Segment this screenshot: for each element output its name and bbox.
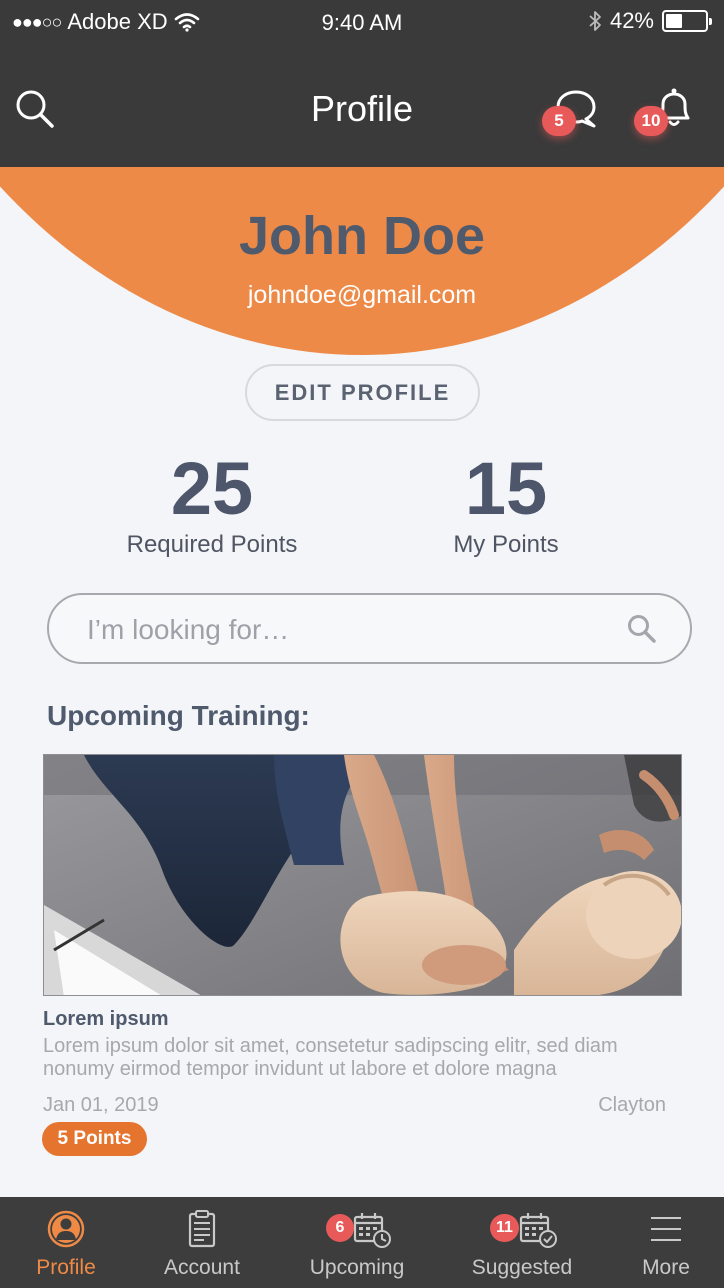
my-points-stat: 15 My Points: [386, 446, 626, 559]
bluetooth-icon: [589, 11, 601, 31]
tab-upcoming[interactable]: 6 Upcoming: [290, 1197, 424, 1288]
my-points-value: 15: [464, 447, 548, 530]
points-badge: 5 Points: [42, 1122, 147, 1156]
battery-percent: 42%: [609, 8, 654, 33]
search-icon[interactable]: [626, 613, 658, 645]
status-bar: ●●●○○ Adobe XD 9:40 AM 42%: [0, 0, 724, 44]
cpr-training-photo: [44, 755, 681, 995]
tab-more[interactable]: More: [608, 1197, 724, 1288]
user-name: John Doe: [238, 206, 485, 266]
tab-account-label: Account: [164, 1256, 240, 1279]
battery-icon: [662, 10, 712, 32]
calendar-check-icon: [519, 1213, 557, 1248]
profile-header: [0, 167, 724, 367]
notifications-badge: 10: [634, 106, 668, 136]
training-description: Lorem ipsum dolor sit amet, consetetur s…: [43, 1035, 618, 1080]
page-title: Profile: [310, 88, 414, 129]
required-points-stat: 25 Required Points: [92, 446, 332, 559]
notifications-button[interactable]: 10: [634, 86, 692, 136]
calendar-clock-icon: [353, 1213, 391, 1248]
tab-profile[interactable]: Profile: [0, 1197, 132, 1288]
edit-profile-button[interactable]: EDIT PROFILE: [245, 364, 480, 421]
my-points-label: My Points: [453, 531, 559, 558]
tab-profile-label: Profile: [36, 1256, 96, 1279]
search-placeholder: I’m looking for…: [87, 614, 290, 645]
tab-upcoming-badge: 6: [326, 1214, 354, 1242]
training-image[interactable]: [43, 754, 682, 996]
required-points-label: Required Points: [126, 531, 298, 558]
required-points-value: 25: [170, 447, 254, 530]
profile-icon: [47, 1210, 85, 1248]
training-date: Jan 01, 2019: [43, 1094, 159, 1116]
tab-upcoming-label: Upcoming: [309, 1256, 405, 1279]
battery-level: [666, 14, 682, 28]
clipboard-icon: [188, 1210, 216, 1248]
user-email: johndoe@gmail.com: [247, 281, 477, 309]
chat-button[interactable]: 5: [542, 88, 600, 136]
menu-icon: [651, 1217, 681, 1241]
section-title: Upcoming Training:: [47, 700, 310, 731]
search-input[interactable]: I’m looking for…: [47, 593, 692, 664]
tab-account[interactable]: Account: [136, 1197, 268, 1288]
tab-more-label: More: [642, 1256, 690, 1279]
tab-suggested-badge: 11: [490, 1214, 519, 1242]
status-right: 42%: [588, 8, 712, 34]
training-title[interactable]: Lorem ipsum: [43, 1008, 169, 1031]
chat-badge: 5: [542, 106, 576, 136]
tab-suggested-label: Suggested: [471, 1256, 573, 1279]
tab-suggested[interactable]: 11 Suggested: [454, 1197, 590, 1288]
training-location: Clayton: [598, 1094, 666, 1116]
tab-bar: Profile Account 6 Upcoming 11 Suggested …: [0, 1197, 724, 1288]
